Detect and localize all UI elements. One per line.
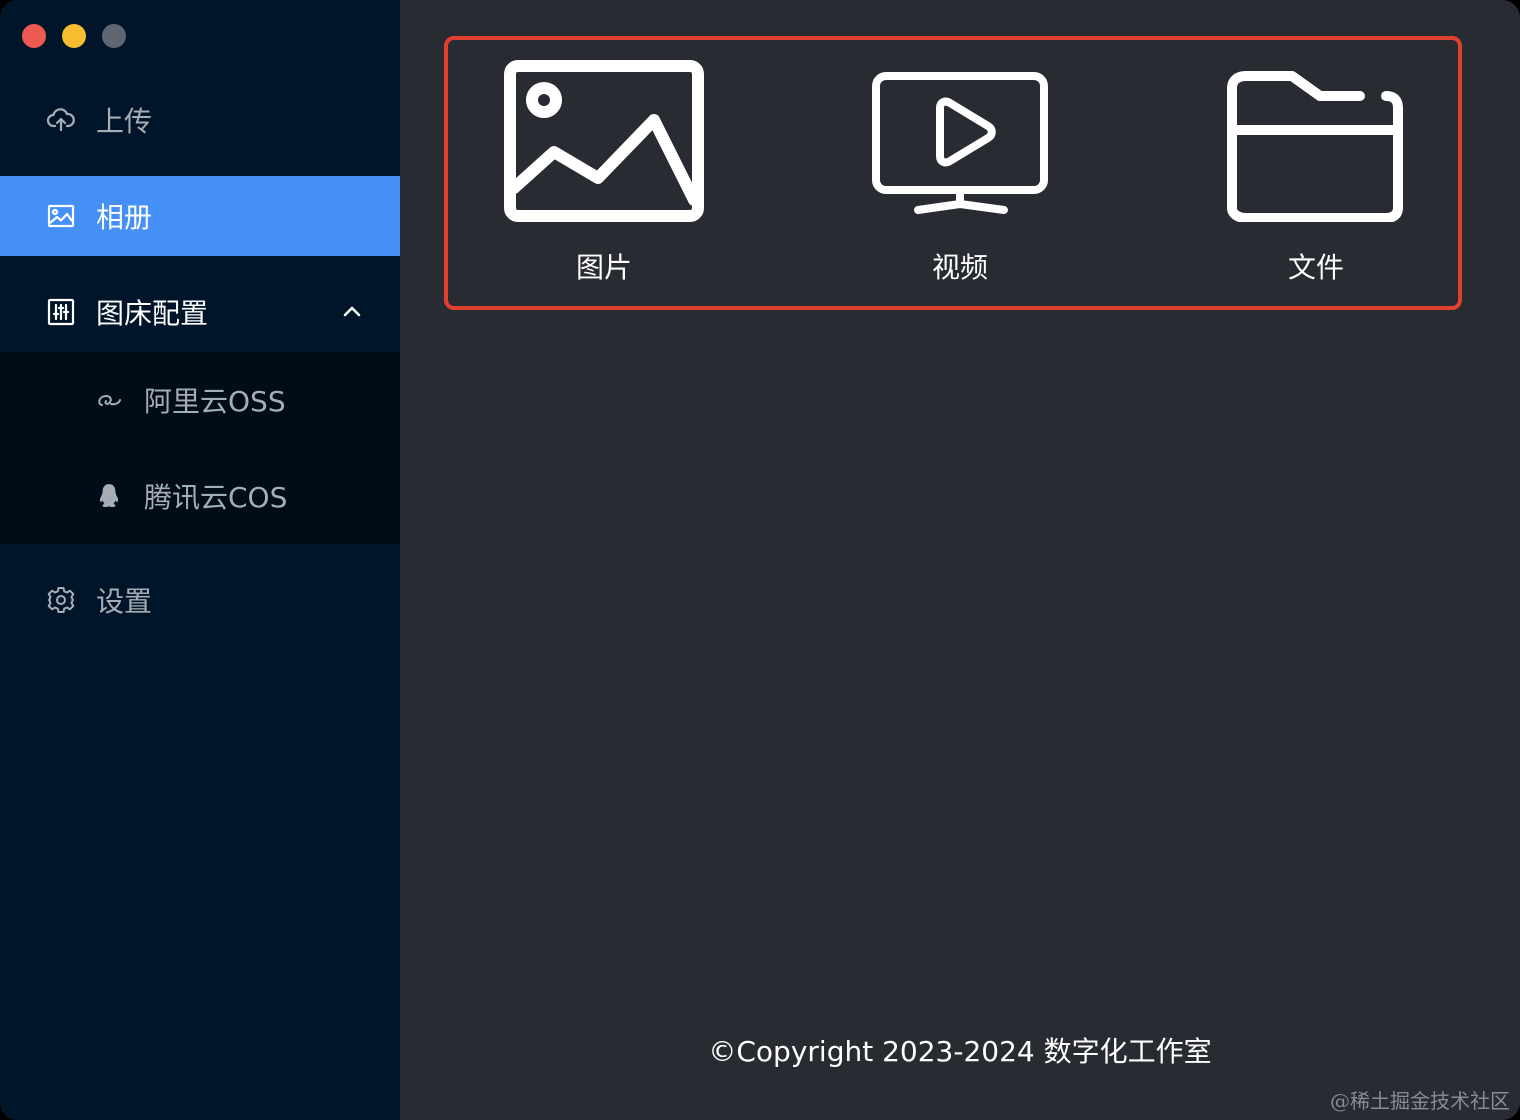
qq-penguin-icon xyxy=(94,481,124,511)
window-controls xyxy=(22,24,126,48)
tile-label: 视频 xyxy=(931,251,988,284)
sidebar-item-label: 相册 xyxy=(96,201,153,234)
sidebar-item-storage-config[interactable]: 图床配置 xyxy=(0,272,400,352)
close-window-button[interactable] xyxy=(22,24,46,48)
sidebar: 上传 相册 图床配置 阿里云OSS 腾讯云COS 设置 xyxy=(0,0,400,1120)
sidebar-item-aliyun-oss[interactable]: 阿里云OSS xyxy=(0,360,400,440)
tile-label: 文件 xyxy=(1287,251,1344,284)
sidebar-menu: 上传 相册 图床配置 阿里云OSS 腾讯云COS 设置 xyxy=(0,80,400,656)
watermark: @稀土掘金技术社区 xyxy=(1330,1089,1510,1113)
gear-icon xyxy=(46,585,76,615)
sidebar-item-tencent-cos[interactable]: 腾讯云COS xyxy=(0,456,400,536)
tile-files[interactable]: 文件 xyxy=(1166,60,1466,286)
image-icon xyxy=(504,60,704,222)
sidebar-item-settings[interactable]: 设置 xyxy=(0,560,400,640)
control-panel-icon xyxy=(46,297,76,327)
sidebar-item-album[interactable]: 相册 xyxy=(0,176,400,256)
sidebar-item-label: 腾讯云COS xyxy=(144,481,288,514)
chevron-up-icon[interactable] xyxy=(340,300,364,324)
aliyun-icon xyxy=(94,385,124,415)
folder-icon xyxy=(1227,71,1403,222)
sidebar-item-upload[interactable]: 上传 xyxy=(0,80,400,160)
tile-videos[interactable]: 视频 xyxy=(810,60,1110,286)
tile-images[interactable]: 图片 xyxy=(454,60,754,286)
video-monitor-icon xyxy=(872,72,1048,214)
maximize-window-button[interactable] xyxy=(102,24,126,48)
tile-label: 图片 xyxy=(575,251,632,284)
copyright-text: ©Copyright 2023-2024 数字化工作室 xyxy=(708,1035,1212,1068)
cloud-upload-icon xyxy=(46,105,76,135)
sidebar-item-label: 阿里云OSS xyxy=(144,385,286,418)
sidebar-item-label: 图床配置 xyxy=(96,297,209,330)
main-content: 图片 视频 文件 ©Copyright 2023-2024 数字化工作室 @稀土… xyxy=(400,0,1520,1120)
sidebar-item-label: 设置 xyxy=(96,585,153,618)
sidebar-item-label: 上传 xyxy=(96,105,153,138)
minimize-window-button[interactable] xyxy=(62,24,86,48)
storage-config-submenu: 阿里云OSS 腾讯云COS xyxy=(0,352,400,544)
picture-icon xyxy=(46,201,76,231)
app-window: 上传 相册 图床配置 阿里云OSS 腾讯云COS 设置 图片 视频 文件 ©Co… xyxy=(0,0,1520,1120)
